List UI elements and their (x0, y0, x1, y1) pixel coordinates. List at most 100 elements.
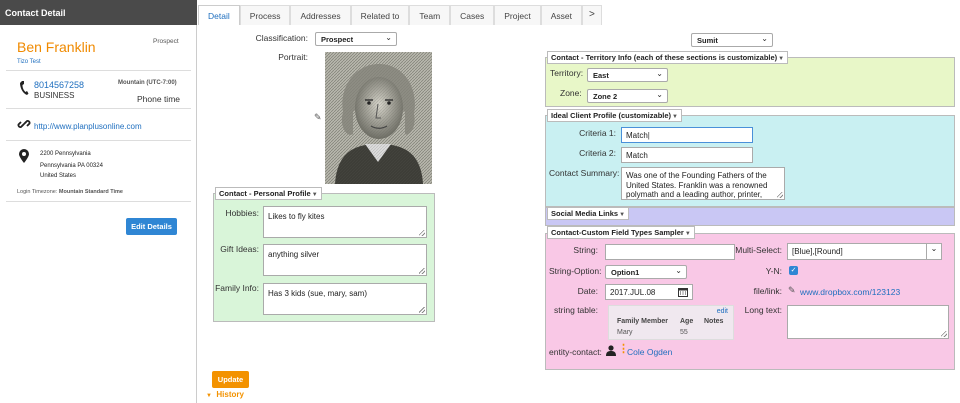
string-option-label: String-Option: (549, 266, 602, 276)
chevron-down-icon: ▼ (778, 56, 785, 62)
address-line-1: 2200 Pennsylvania (40, 151, 91, 157)
location-pin-icon (19, 149, 29, 165)
chevron-down-icon: ⌄ (385, 33, 392, 42)
tab-project[interactable]: Project (494, 5, 541, 25)
contact-summary-value: Was one of the Founding Fathers of the U… (626, 171, 768, 199)
multi-select-value: [Blue],[Round] (792, 247, 843, 256)
chevron-down-icon: ▼ (619, 212, 626, 218)
tab-team[interactable]: Team (409, 5, 451, 25)
tab-detail[interactable]: Detail (198, 5, 240, 25)
string-field[interactable] (605, 244, 735, 260)
edit-details-button[interactable]: Edit Details (126, 218, 177, 235)
website-link[interactable]: http://www.planplusonline.com (34, 122, 142, 131)
update-button[interactable]: Update (212, 371, 249, 388)
phone-type: BUSINESS (34, 91, 75, 100)
resize-handle-icon[interactable] (941, 331, 947, 337)
panel-title: Contact Detail (0, 0, 197, 25)
personal-profile-title[interactable]: Contact - Personal Profile▼ (215, 187, 322, 200)
chevron-down-icon: ⌄ (656, 69, 663, 78)
contact-summary-field[interactable]: Was one of the Founding Fathers of the U… (621, 167, 785, 200)
phone-time-label: Phone time (137, 94, 180, 104)
tab-addresses[interactable]: Addresses (290, 5, 351, 25)
gift-ideas-field[interactable]: anything silver (263, 244, 427, 276)
table-edit-link[interactable]: edit (717, 308, 728, 315)
criteria-2-label: Criteria 2: (579, 148, 616, 158)
pencil-icon[interactable]: ✎ (788, 285, 796, 296)
address-line-3: United States (40, 173, 77, 179)
chevron-down-icon: ⌄ (675, 266, 682, 275)
ideal-client-title-text: Ideal Client Profile (customizable) (551, 111, 672, 120)
zone-select[interactable]: Zone 2 ⌄ (587, 89, 668, 103)
long-text-label: Long text: (744, 305, 782, 315)
territory-select[interactable]: East ⌄ (587, 68, 668, 82)
resize-handle-icon[interactable] (777, 192, 783, 198)
phone-icon (19, 80, 29, 98)
ideal-client-title[interactable]: Ideal Client Profile (customizable)▼ (547, 109, 682, 122)
resize-handle-icon[interactable] (419, 230, 425, 236)
login-timezone-value: Mountain Standard Time (58, 189, 123, 195)
date-label: Date: (577, 286, 598, 296)
login-timezone-label: Login Timezone: (17, 189, 58, 195)
territory-title[interactable]: Contact - Territory Info (each of these … (547, 51, 789, 64)
string-table: edit Family Member Age Notes Mary 55 (608, 305, 734, 340)
multi-select-field[interactable]: [Blue],[Round] ⌄ (787, 243, 942, 260)
criteria-1-label: Criteria 1: (579, 128, 616, 138)
table-header-family-member: Family Member (617, 318, 668, 325)
chevron-down-icon: ⌄ (656, 90, 663, 99)
territory-label: Territory: (550, 68, 584, 78)
link-icon (17, 117, 31, 133)
gift-ideas-value: anything silver (268, 250, 320, 259)
history-toggle[interactable]: ▼ History (206, 390, 244, 399)
custom-fields-title[interactable]: Contact-Custom Field Types Sampler▼ (547, 226, 695, 239)
calendar-icon[interactable] (678, 287, 688, 299)
hobbies-field[interactable]: Likes to fly kites (263, 206, 427, 238)
resize-handle-icon[interactable] (419, 268, 425, 274)
divider (6, 201, 191, 202)
team-lead-select[interactable]: Sumit ⌄ (691, 33, 773, 47)
tab-next-arrow[interactable]: > (582, 5, 602, 25)
yn-checkbox[interactable]: ✓ (789, 266, 798, 275)
file-link[interactable]: www.dropbox.com/123123 (800, 287, 900, 297)
divider (6, 70, 191, 71)
social-media-title-text: Social Media Links (551, 209, 619, 218)
file-link-label: file/link: (753, 286, 782, 296)
family-info-field[interactable]: Has 3 kids (sue, mary, sam) (263, 283, 427, 315)
string-table-label: string table: (554, 305, 598, 315)
login-timezone: Login Timezone: Mountain Standard Time (17, 189, 123, 195)
tab-cases[interactable]: Cases (450, 5, 495, 25)
entity-contact-label: entity-contact: (549, 347, 602, 357)
date-value: 2017.JUL.08 (610, 288, 656, 297)
entity-contact-link[interactable]: Cole Ogden (627, 347, 672, 357)
tab-process[interactable]: Process (239, 5, 291, 25)
contact-summary-label: Contact Summary: (549, 168, 620, 178)
contact-status: Prospect (153, 38, 179, 45)
tab-related-to[interactable]: Related to (350, 5, 410, 25)
chevron-down-icon: ▼ (672, 114, 678, 120)
classification-value: Prospect (321, 35, 354, 44)
chevron-down-icon: ▼ (311, 192, 318, 198)
criteria-1-value: Match (626, 131, 648, 140)
tab-asset[interactable]: Asset (540, 5, 582, 25)
company-link[interactable]: Tizo Test (17, 59, 41, 65)
classification-label: Classification: (255, 33, 308, 43)
yn-label: Y-N: (765, 266, 782, 276)
table-cell-member: Mary (617, 329, 633, 336)
criteria-2-field[interactable]: Match (621, 147, 753, 163)
contact-detail-panel: Contact Detail Ben Franklin Prospect Tiz… (0, 0, 197, 403)
chevron-down-icon[interactable]: ⌄ (926, 244, 941, 259)
string-option-select[interactable]: Option1 ⌄ (605, 265, 687, 279)
classification-select[interactable]: Prospect ⌄ (315, 32, 397, 46)
criteria-1-field[interactable]: Match| (621, 127, 753, 143)
phone-link[interactable]: 8014567258 (34, 80, 84, 90)
territory-title-text: Contact - Territory Info (each of these … (551, 53, 778, 62)
social-media-title[interactable]: Social Media Links▼ (547, 207, 630, 220)
long-text-field[interactable] (787, 305, 949, 339)
table-header-notes: Notes (704, 318, 724, 325)
divider (6, 140, 191, 141)
team-lead-value: Sumit (697, 36, 718, 45)
resize-handle-icon[interactable] (419, 307, 425, 313)
edit-portrait-icon[interactable]: ✎ (314, 112, 322, 123)
date-field[interactable]: 2017.JUL.08 (605, 284, 693, 300)
zone-label: Zone: (560, 88, 582, 98)
custom-fields-title-text: Contact-Custom Field Types Sampler (551, 228, 684, 237)
